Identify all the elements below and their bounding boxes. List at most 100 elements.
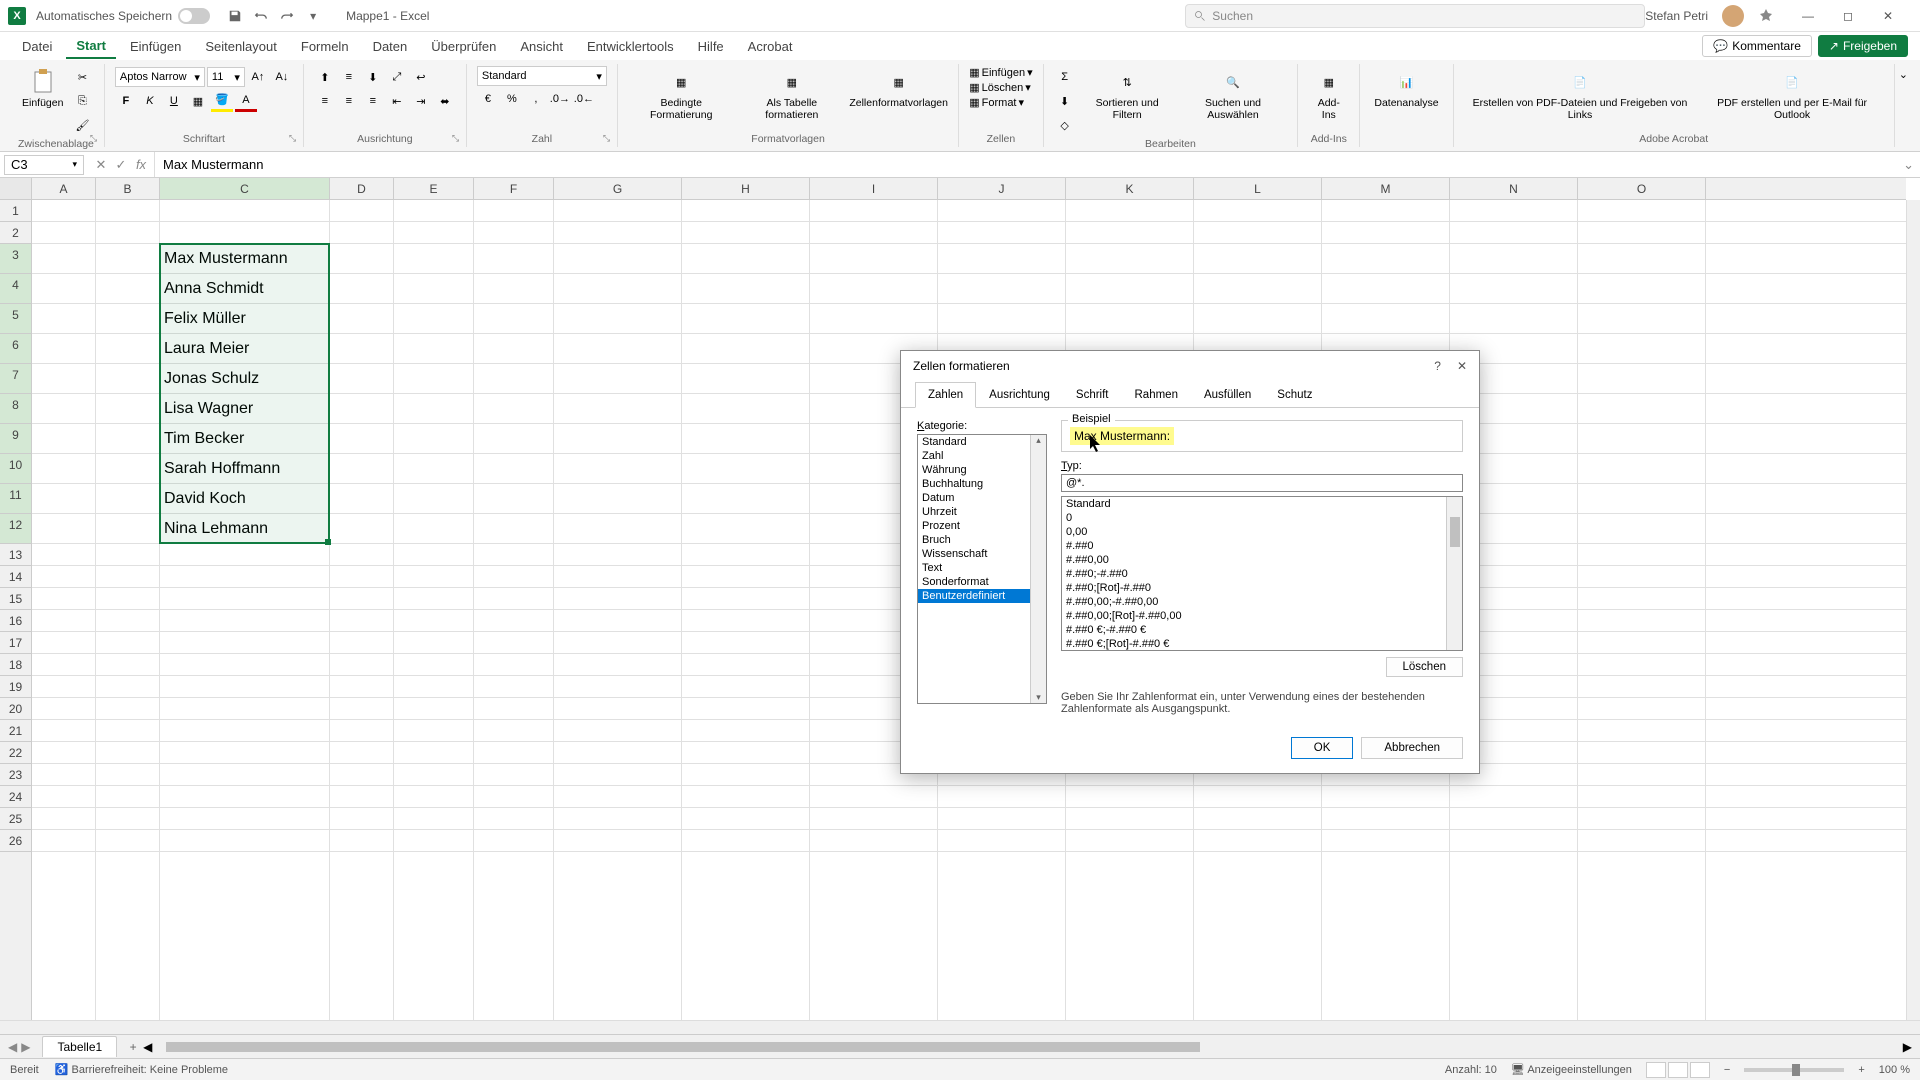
- currency-icon[interactable]: €: [477, 88, 499, 110]
- horizontal-scrollbar[interactable]: ◀ ▶: [143, 1040, 1912, 1054]
- underline-icon[interactable]: U: [163, 90, 185, 112]
- category-item[interactable]: Sonderformat: [918, 575, 1046, 589]
- type-item[interactable]: 0,00: [1062, 525, 1462, 539]
- type-input[interactable]: [1061, 474, 1463, 492]
- dialog-tab[interactable]: Zahlen: [915, 382, 976, 408]
- font-name-combo[interactable]: Aptos Narrow▾: [115, 67, 205, 87]
- cell[interactable]: Laura Meier: [160, 334, 330, 364]
- select-all-corner[interactable]: [0, 178, 32, 199]
- decrease-decimal-icon[interactable]: .0←: [573, 88, 595, 110]
- redo-icon[interactable]: [276, 5, 298, 27]
- type-item[interactable]: #.##0;-#.##0: [1062, 567, 1462, 581]
- align-center-icon[interactable]: ≡: [338, 90, 360, 112]
- category-item[interactable]: Prozent: [918, 519, 1046, 533]
- type-item[interactable]: #.##0,00;[Rot]-#.##0,00: [1062, 609, 1462, 623]
- tab-acrobat[interactable]: Acrobat: [738, 35, 803, 58]
- row-header[interactable]: 25: [0, 808, 31, 830]
- type-item[interactable]: Standard: [1062, 497, 1462, 511]
- column-header[interactable]: J: [938, 178, 1066, 199]
- row-header[interactable]: 20: [0, 698, 31, 720]
- minimize-icon[interactable]: ―: [1788, 2, 1828, 30]
- avatar[interactable]: [1722, 5, 1744, 27]
- format-as-table-button[interactable]: ▦Als Tabelle formatieren: [739, 66, 846, 123]
- expand-formula-icon[interactable]: ⌄: [1897, 157, 1920, 173]
- category-item[interactable]: Uhrzeit: [918, 505, 1046, 519]
- cell[interactable]: Nina Lehmann: [160, 514, 330, 544]
- column-header[interactable]: O: [1578, 178, 1706, 199]
- row-header[interactable]: 18: [0, 654, 31, 676]
- delete-cells-button[interactable]: ▦ Löschen ▾: [969, 81, 1031, 94]
- delete-button[interactable]: Löschen: [1386, 657, 1463, 677]
- collapse-ribbon-icon[interactable]: ⌄: [1895, 64, 1912, 147]
- cell[interactable]: Lisa Wagner: [160, 394, 330, 424]
- zoom-out-icon[interactable]: −: [1724, 1064, 1730, 1076]
- tab-ueberpruefen[interactable]: Überprüfen: [421, 35, 506, 58]
- row-header[interactable]: 3: [0, 244, 31, 274]
- row-header[interactable]: 13: [0, 544, 31, 566]
- comma-icon[interactable]: ,: [525, 88, 547, 110]
- type-list[interactable]: Standard00,00#.##0#.##0,00#.##0;-#.##0#.…: [1061, 496, 1463, 651]
- save-icon[interactable]: [224, 5, 246, 27]
- next-sheet-icon[interactable]: ▶: [21, 1040, 30, 1054]
- cell[interactable]: Sarah Hoffmann: [160, 454, 330, 484]
- dialog-launcher-icon[interactable]: ⤡: [452, 133, 464, 145]
- row-header[interactable]: 22: [0, 742, 31, 764]
- row-header[interactable]: 6: [0, 334, 31, 364]
- page-break-view-icon[interactable]: [1690, 1062, 1710, 1078]
- type-item[interactable]: #.##0 €;-#.##0 €: [1062, 623, 1462, 637]
- row-header[interactable]: 2: [0, 222, 31, 244]
- undo-icon[interactable]: [250, 5, 272, 27]
- category-item[interactable]: Text: [918, 561, 1046, 575]
- fx-icon[interactable]: fx: [132, 157, 150, 172]
- column-header[interactable]: I: [810, 178, 938, 199]
- fill-icon[interactable]: ⬇: [1054, 90, 1076, 112]
- row-header[interactable]: 24: [0, 786, 31, 808]
- column-header[interactable]: A: [32, 178, 96, 199]
- category-list[interactable]: StandardZahlWährungBuchhaltungDatumUhrze…: [917, 434, 1047, 704]
- font-size-combo[interactable]: 11▾: [207, 67, 245, 87]
- page-layout-view-icon[interactable]: [1668, 1062, 1688, 1078]
- cell[interactable]: Anna Schmidt: [160, 274, 330, 304]
- orientation-icon[interactable]: ⤢: [386, 66, 408, 88]
- percent-icon[interactable]: %: [501, 88, 523, 110]
- type-item[interactable]: #.##0 €;[Rot]-#.##0 €: [1062, 637, 1462, 651]
- category-item[interactable]: Bruch: [918, 533, 1046, 547]
- column-header[interactable]: C: [160, 178, 330, 199]
- column-header[interactable]: B: [96, 178, 160, 199]
- zoom-in-icon[interactable]: +: [1858, 1064, 1864, 1076]
- tab-einfuegen[interactable]: Einfügen: [120, 35, 191, 58]
- type-item[interactable]: #.##0: [1062, 539, 1462, 553]
- row-header[interactable]: 15: [0, 588, 31, 610]
- maximize-icon[interactable]: ◻: [1828, 2, 1868, 30]
- category-item[interactable]: Benutzerdefiniert: [918, 589, 1046, 603]
- increase-indent-icon[interactable]: ⇥: [410, 90, 432, 112]
- align-bottom-icon[interactable]: ⬇: [362, 66, 384, 88]
- category-item[interactable]: Buchhaltung: [918, 477, 1046, 491]
- cancel-button[interactable]: Abbrechen: [1361, 737, 1463, 759]
- align-middle-icon[interactable]: ≡: [338, 66, 360, 88]
- display-settings-button[interactable]: 🖥 Anzeigeeinstellungen: [1511, 1063, 1632, 1076]
- autosum-icon[interactable]: Σ: [1054, 66, 1076, 88]
- dialog-tab[interactable]: Ausfüllen: [1191, 382, 1264, 408]
- increase-font-icon[interactable]: A↑: [247, 66, 269, 88]
- row-header[interactable]: 23: [0, 764, 31, 786]
- analyze-data-button[interactable]: 📊Datenanalyse: [1370, 66, 1442, 112]
- row-header[interactable]: 4: [0, 274, 31, 304]
- border-icon[interactable]: ▦: [187, 90, 209, 112]
- decrease-font-icon[interactable]: A↓: [271, 66, 293, 88]
- create-pdf-email-button[interactable]: 📄PDF erstellen und per E-Mail für Outloo…: [1700, 66, 1883, 123]
- insert-cells-button[interactable]: ▦ Einfügen ▾: [969, 66, 1032, 79]
- font-color-icon[interactable]: A: [235, 90, 257, 112]
- align-top-icon[interactable]: ⬆: [314, 66, 336, 88]
- add-sheet-icon[interactable]: +: [123, 1040, 143, 1054]
- normal-view-icon[interactable]: [1646, 1062, 1666, 1078]
- qat-dropdown-icon[interactable]: ▾: [302, 5, 324, 27]
- row-header[interactable]: 26: [0, 830, 31, 852]
- column-header[interactable]: N: [1450, 178, 1578, 199]
- category-item[interactable]: Zahl: [918, 449, 1046, 463]
- dialog-launcher-icon[interactable]: ⤡: [90, 133, 102, 145]
- tab-start[interactable]: Start: [66, 34, 116, 59]
- zoom-level[interactable]: 100 %: [1879, 1064, 1910, 1076]
- row-header[interactable]: 7: [0, 364, 31, 394]
- confirm-formula-icon[interactable]: ✓: [112, 157, 130, 173]
